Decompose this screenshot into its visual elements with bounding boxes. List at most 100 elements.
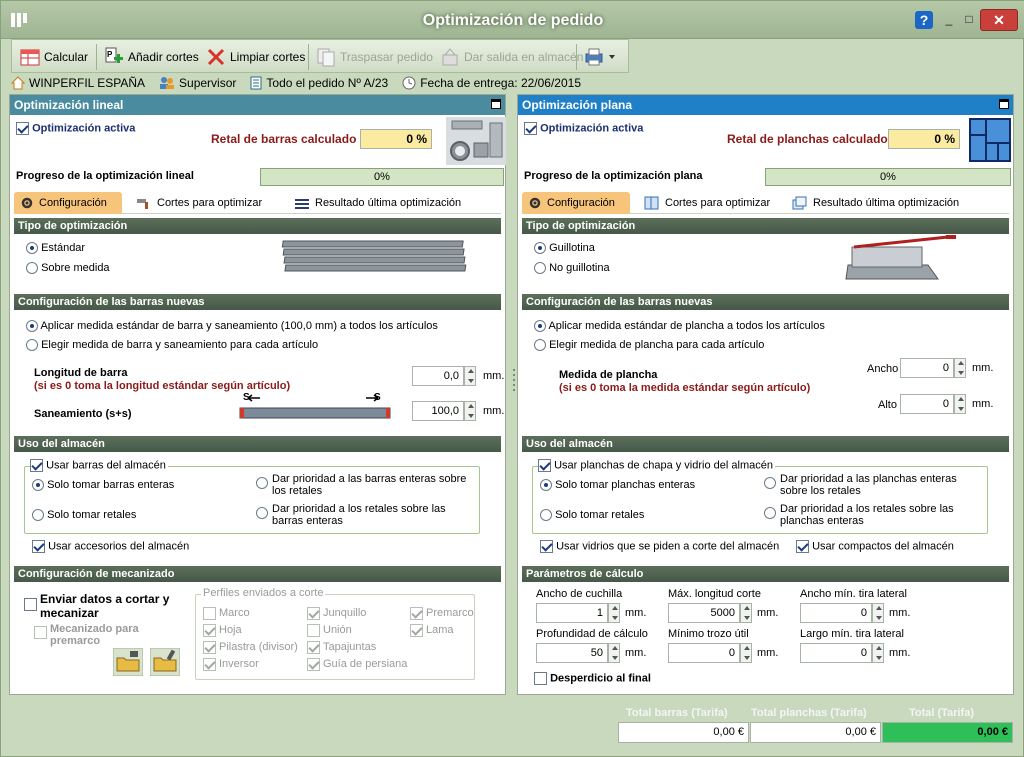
tab-configuracion[interactable]: Configuración — [522, 192, 630, 214]
radio-elegir-medida-plancha[interactable]: Elegir medida de plancha para cada artíc… — [534, 339, 764, 352]
param-spinner[interactable] — [608, 643, 620, 663]
checkbox-icon[interactable] — [307, 624, 320, 637]
param-input[interactable]: 0 — [800, 603, 872, 623]
perfil-checkbox[interactable]: Premarco — [410, 607, 474, 620]
param-input[interactable]: 0 — [800, 643, 872, 663]
enviar-datos-checkbox[interactable]: Enviar datos a cortar y mecanizar — [24, 592, 184, 620]
param-input[interactable]: 1 — [536, 603, 608, 623]
radio-solo-enteras[interactable]: Solo tomar planchas enteras — [540, 479, 695, 492]
param-spinner[interactable] — [872, 603, 884, 623]
minimize-button[interactable]: _ — [939, 11, 959, 29]
checkbox-icon[interactable] — [30, 459, 43, 472]
checkbox-icon[interactable] — [410, 607, 423, 620]
chevron-down-icon[interactable] — [608, 53, 616, 61]
maximize-button[interactable]: □ — [959, 11, 979, 29]
folder-cut-icon[interactable] — [113, 648, 143, 676]
radio-icon[interactable] — [534, 320, 546, 333]
maximize-panel-icon[interactable] — [999, 99, 1009, 109]
checkbox-icon[interactable] — [307, 641, 320, 654]
radio-prio-enteras[interactable]: Dar prioridad a las planchas enteras sob… — [764, 473, 984, 497]
linear-active-checkbox[interactable]: Optimización activa — [16, 122, 135, 135]
perfil-checkbox[interactable]: Tapajuntas — [307, 641, 376, 654]
radio-icon[interactable] — [26, 320, 38, 333]
radio-aplicar-estandar[interactable]: Aplicar medida estándar de barra y sanea… — [26, 320, 438, 333]
longitud-barra-input[interactable]: 0,0 — [412, 366, 464, 386]
radio-icon[interactable] — [534, 262, 546, 275]
close-button[interactable]: ✕ — [980, 9, 1018, 31]
checkbox-icon[interactable] — [307, 607, 320, 620]
param-spinner[interactable] — [740, 603, 752, 623]
limpiar-cortes-button[interactable]: Limpiar cortes — [206, 46, 305, 68]
maximize-panel-icon[interactable] — [491, 99, 501, 109]
radio-icon[interactable] — [256, 507, 268, 519]
radio-icon[interactable] — [764, 507, 776, 519]
calcular-button[interactable]: Calcular — [20, 46, 88, 68]
saneamiento-input[interactable]: 100,0 — [412, 401, 464, 421]
perfil-checkbox[interactable]: Inversor — [203, 658, 259, 671]
ancho-input[interactable]: 0 — [900, 358, 954, 378]
checkbox-icon[interactable] — [410, 624, 423, 637]
perfil-checkbox[interactable]: Junquillo — [307, 607, 366, 620]
ancho-spinner[interactable] — [954, 358, 966, 378]
dar-salida-button[interactable]: Dar salida en almacén — [440, 46, 583, 68]
desperdicio-checkbox[interactable]: Desperdicio al final — [534, 672, 651, 685]
longitud-barra-spinner[interactable] — [464, 366, 476, 386]
radio-solo-retales[interactable]: Solo tomar retales — [32, 509, 136, 522]
perfil-checkbox[interactable]: Pilastra (divisor) — [203, 641, 298, 654]
radio-elegir-medida[interactable]: Elegir medida de barra y saneamiento par… — [26, 339, 318, 352]
radio-icon[interactable] — [764, 477, 776, 489]
param-input[interactable]: 50 — [536, 643, 608, 663]
checkbox-icon[interactable] — [32, 540, 45, 553]
param-spinner[interactable] — [872, 643, 884, 663]
usar-vidrios-checkbox[interactable]: Usar vidrios que se piden a corte del al… — [540, 540, 779, 553]
tab-cortes[interactable]: Cortes para optimizar — [638, 192, 776, 214]
checkbox-icon[interactable] — [203, 624, 216, 637]
checkbox-icon[interactable] — [203, 607, 216, 620]
tab-configuracion[interactable]: Configuración — [14, 192, 122, 214]
radio-prio-enteras[interactable]: Dar prioridad a las barras enteras sobre… — [256, 473, 476, 497]
perfil-checkbox[interactable]: Guía de persiana — [307, 658, 407, 671]
usar-planchas-checkbox[interactable]: Usar planchas de chapa y vidrio del alma… — [538, 459, 775, 472]
perfil-checkbox[interactable]: Unión — [307, 624, 352, 637]
radio-icon[interactable] — [26, 339, 38, 352]
perfil-checkbox[interactable]: Marco — [203, 607, 250, 620]
tab-cortes[interactable]: Cortes para optimizar — [130, 192, 268, 214]
radio-solo-enteras[interactable]: Solo tomar barras enteras — [32, 479, 174, 492]
checkbox-icon[interactable] — [34, 626, 47, 639]
radio-icon[interactable] — [540, 479, 552, 492]
radio-aplicar-estandar-plancha[interactable]: Aplicar medida estándar de plancha a tod… — [534, 320, 825, 333]
help-button[interactable]: ? — [915, 11, 933, 29]
tab-resultado[interactable]: Resultado última optimización — [786, 192, 965, 214]
radio-icon[interactable] — [256, 477, 268, 489]
param-input[interactable]: 0 — [668, 643, 740, 663]
checkbox-icon[interactable] — [524, 122, 537, 135]
radio-estandar[interactable]: Estándar — [26, 242, 85, 255]
radio-icon[interactable] — [32, 479, 44, 492]
checkbox-icon[interactable] — [16, 122, 29, 135]
radio-icon[interactable] — [534, 242, 546, 255]
radio-icon[interactable] — [26, 242, 38, 255]
checkbox-icon[interactable] — [796, 540, 809, 553]
param-spinner[interactable] — [608, 603, 620, 623]
usar-barras-checkbox[interactable]: Usar barras del almacén — [30, 459, 168, 472]
checkbox-icon[interactable] — [203, 641, 216, 654]
folder-edit-icon[interactable] — [150, 648, 180, 676]
radio-icon[interactable] — [26, 262, 38, 275]
radio-no-guillotina[interactable]: No guillotina — [534, 262, 610, 275]
alto-spinner[interactable] — [954, 394, 966, 414]
radio-icon[interactable] — [534, 339, 546, 352]
print-button[interactable] — [584, 46, 616, 68]
radio-icon[interactable] — [32, 509, 44, 522]
param-spinner[interactable] — [740, 643, 752, 663]
radio-icon[interactable] — [540, 509, 552, 522]
checkbox-icon[interactable] — [307, 658, 320, 671]
mecanizado-premarco-checkbox[interactable]: Mecanizado para premarco — [34, 623, 164, 647]
radio-prio-retales[interactable]: Dar prioridad a los retales sobre las pl… — [764, 503, 984, 527]
radio-solo-retales[interactable]: Solo tomar retales — [540, 509, 644, 522]
param-input[interactable]: 5000 — [668, 603, 740, 623]
radio-guillotina[interactable]: Guillotina — [534, 242, 595, 255]
saneamiento-spinner[interactable] — [464, 401, 476, 421]
checkbox-icon[interactable] — [203, 658, 216, 671]
traspasar-pedido-button[interactable]: Traspasar pedido — [316, 46, 433, 68]
usar-compactos-checkbox[interactable]: Usar compactos del almacén — [796, 540, 954, 553]
